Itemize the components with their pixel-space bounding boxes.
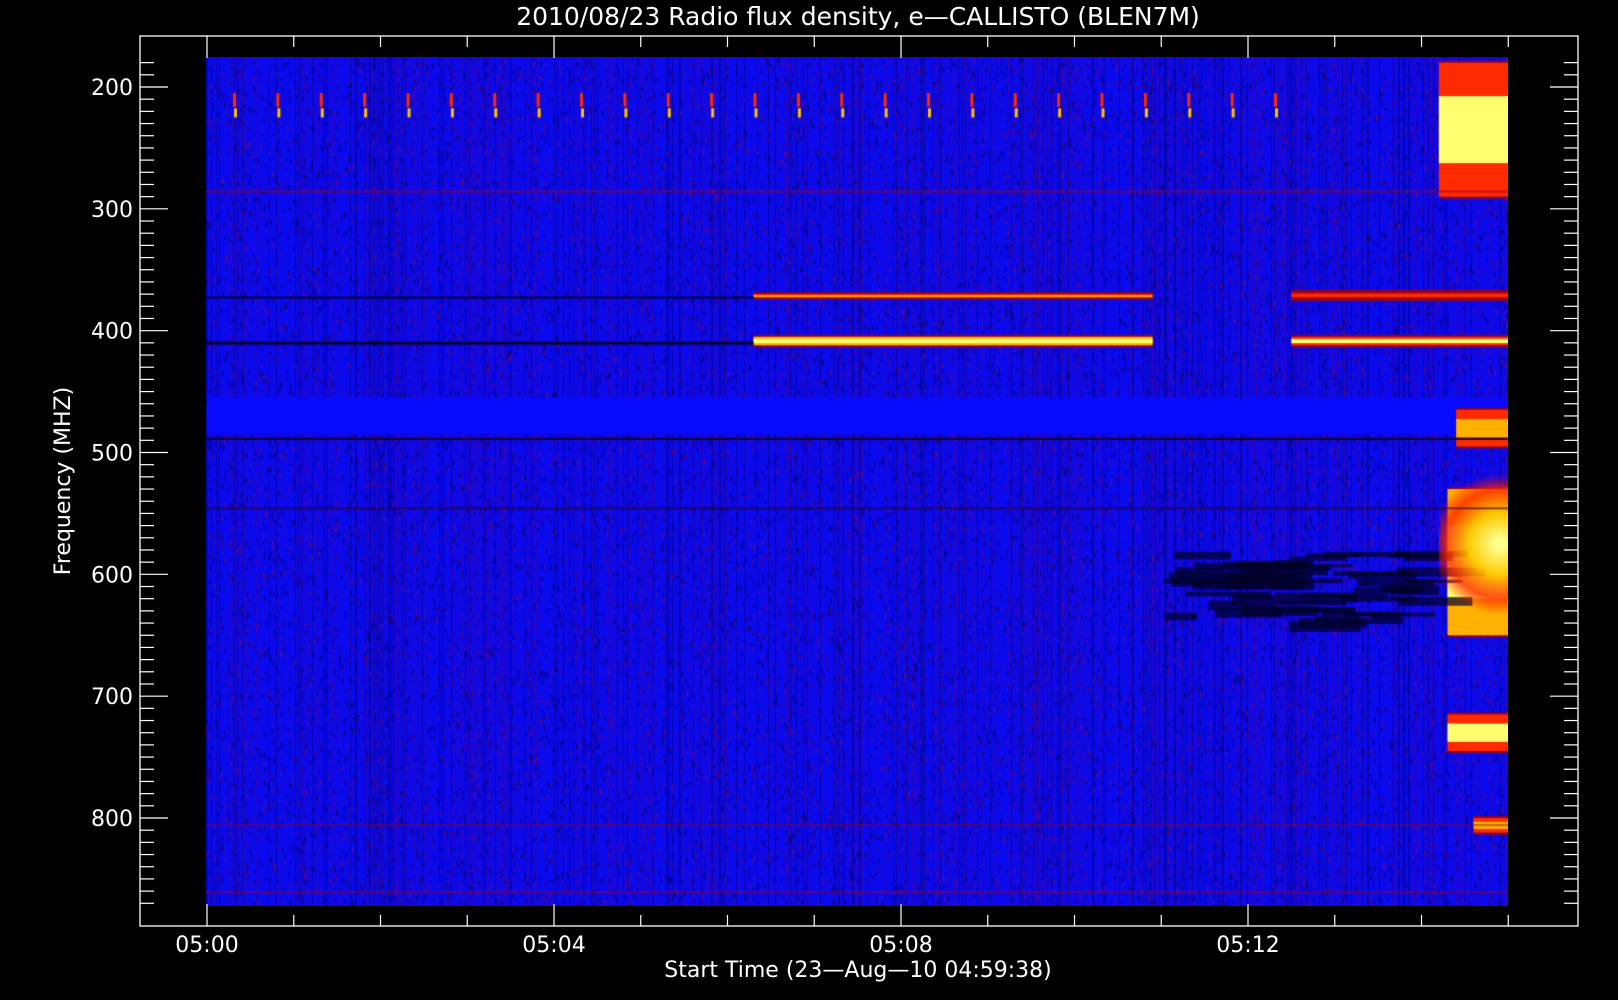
y-tick-label: 400 <box>91 320 133 345</box>
y-tick-label: 600 <box>91 563 133 588</box>
spectrogram-area <box>206 57 1508 906</box>
chart-title: 2010/08/23 Radio flux density, e—CALLIST… <box>516 2 1200 31</box>
y-tick-label: 300 <box>91 198 133 223</box>
spectrogram-canvas <box>206 57 1508 906</box>
y-tick-label: 200 <box>91 76 133 101</box>
x-tick-label: 05:04 <box>522 933 585 958</box>
x-tick-label: 05:08 <box>869 933 932 958</box>
spectrogram-figure: 2010/08/23 Radio flux density, e—CALLIST… <box>0 0 1618 1000</box>
x-tick-label: 05:00 <box>175 933 238 958</box>
y-axis-label: Frequency (MHZ) <box>51 387 76 575</box>
y-tick-label: 800 <box>91 807 133 832</box>
y-tick-label: 500 <box>91 442 133 467</box>
y-tick-label: 700 <box>91 685 133 710</box>
x-axis-label: Start Time (23—Aug—10 04:59:38) <box>664 958 1051 983</box>
x-tick-label: 05:12 <box>1216 933 1279 958</box>
